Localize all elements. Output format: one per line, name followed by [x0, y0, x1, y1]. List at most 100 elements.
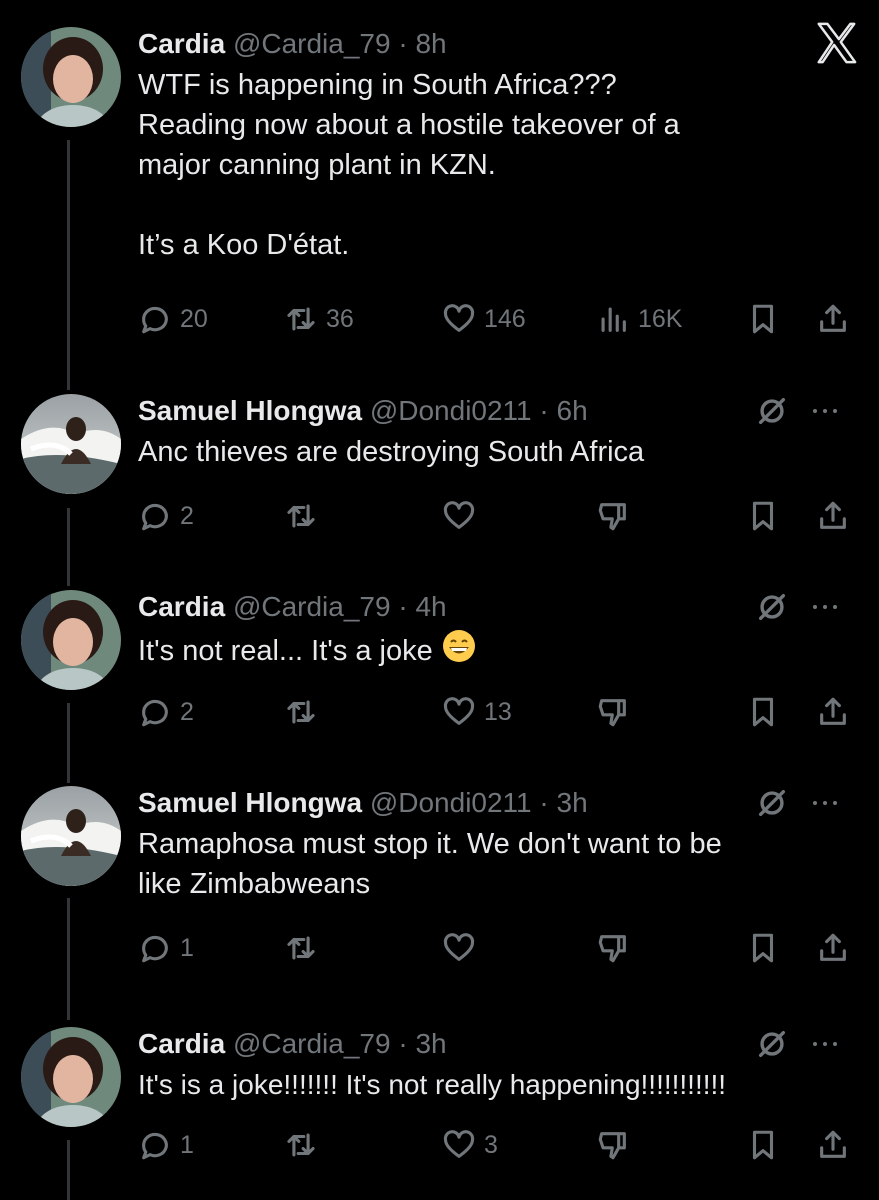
reply-count: 1 — [180, 1130, 194, 1159]
repost-button[interactable] — [284, 928, 318, 968]
share-button[interactable] — [816, 1125, 850, 1165]
author-handle[interactable]: @Dondi0211 — [370, 395, 532, 426]
bookmark-icon — [752, 304, 774, 334]
downvote-button[interactable] — [596, 692, 630, 732]
repost-button[interactable] — [284, 1125, 318, 1165]
reply-icon — [142, 503, 168, 531]
view-count: 16K — [638, 304, 683, 333]
author-name[interactable]: Cardia — [138, 1028, 225, 1059]
tweet-text: Ramaphosa must stop it. We don't want to… — [138, 828, 722, 900]
tweet[interactable]: Cardia @Cardia_79 · 8h WTF is happening … — [0, 27, 879, 367]
downvote-button[interactable] — [596, 928, 630, 968]
grok-icon[interactable] — [755, 786, 789, 820]
like-button[interactable]: 146 — [442, 299, 526, 339]
tweet-header: Cardia @Cardia_79 · 3h — [138, 1028, 447, 1059]
tweet[interactable]: Cardia @Cardia_79 · 3h It's is a joke!!!… — [0, 1027, 879, 1187]
heart-icon — [443, 304, 475, 332]
like-button[interactable] — [442, 496, 476, 536]
share-button[interactable] — [816, 496, 850, 536]
author-name[interactable]: Cardia — [138, 28, 225, 59]
more-options-icon[interactable] — [811, 602, 839, 612]
repost-icon — [287, 1133, 315, 1157]
timestamp[interactable]: 8h — [415, 28, 446, 59]
author-handle[interactable]: @Dondi0211 — [370, 787, 532, 818]
share-icon — [820, 697, 846, 725]
author-name[interactable]: Cardia — [138, 591, 225, 622]
tweet[interactable]: Cardia @Cardia_79 · 4h It's not real... … — [0, 590, 879, 740]
reply-count: 20 — [180, 304, 208, 333]
reply-button[interactable]: 2 — [138, 692, 194, 732]
author-name[interactable]: Samuel Hlongwa — [138, 395, 362, 426]
downvote-button[interactable] — [596, 496, 630, 536]
repost-icon — [287, 700, 315, 724]
reply-button[interactable]: 2 — [138, 496, 194, 536]
grok-icon[interactable] — [755, 394, 789, 428]
reply-count: 2 — [180, 501, 194, 530]
repost-icon — [287, 504, 315, 528]
reply-button[interactable]: 1 — [138, 928, 194, 968]
author-handle[interactable]: @Cardia_79 — [233, 1028, 391, 1059]
bookmark-icon — [752, 501, 774, 531]
downvote-button[interactable] — [596, 1125, 630, 1165]
timestamp[interactable]: 3h — [415, 1028, 446, 1059]
repost-icon — [287, 307, 315, 331]
avatar[interactable] — [21, 1027, 121, 1127]
tweet-header: Samuel Hlongwa @Dondi0211 · 6h — [138, 395, 588, 426]
share-icon — [820, 933, 846, 961]
like-button[interactable]: 13 — [442, 692, 512, 732]
heart-icon — [443, 697, 475, 725]
share-icon — [820, 1130, 846, 1158]
author-name[interactable]: Samuel Hlongwa — [138, 787, 362, 818]
bookmark-button[interactable] — [746, 692, 780, 732]
share-button[interactable] — [816, 692, 850, 732]
heart-icon — [443, 1130, 475, 1158]
tweet-text: It's is a joke!!!!!!! It's not really ha… — [138, 1069, 727, 1100]
author-handle[interactable]: @Cardia_79 — [233, 28, 391, 59]
more-options-icon[interactable] — [811, 406, 839, 416]
reply-count: 2 — [180, 697, 194, 726]
reply-button[interactable]: 1 — [138, 1125, 194, 1165]
like-button[interactable]: 3 — [442, 1125, 498, 1165]
thumbs-down-icon — [598, 1132, 626, 1160]
timestamp[interactable]: 6h — [557, 395, 588, 426]
like-count: 3 — [484, 1130, 498, 1159]
reply-icon — [142, 306, 168, 334]
tweet[interactable]: Samuel Hlongwa @Dondi0211 · 3h Ramaphosa… — [0, 786, 879, 986]
reply-icon — [142, 699, 168, 727]
share-icon — [820, 304, 846, 332]
timestamp[interactable]: 3h — [557, 787, 588, 818]
share-button[interactable] — [816, 928, 850, 968]
views-icon — [601, 307, 626, 332]
avatar[interactable] — [21, 394, 121, 494]
tweet-header: Cardia @Cardia_79 · 8h — [138, 28, 447, 59]
bookmark-button[interactable] — [746, 299, 780, 339]
repost-button[interactable] — [284, 692, 318, 732]
views-button[interactable]: 16K — [596, 299, 682, 339]
bookmark-button[interactable] — [746, 928, 780, 968]
tweet-header: Cardia @Cardia_79 · 4h — [138, 591, 447, 622]
bookmark-button[interactable] — [746, 496, 780, 536]
like-button[interactable] — [442, 928, 476, 968]
author-handle[interactable]: @Cardia_79 — [233, 591, 391, 622]
bookmark-icon — [752, 1130, 774, 1160]
avatar[interactable] — [21, 590, 121, 690]
repost-count: 36 — [326, 304, 354, 333]
reply-button[interactable]: 20 — [138, 299, 208, 339]
more-options-icon[interactable] — [811, 1039, 839, 1049]
repost-button[interactable]: 36 — [284, 299, 354, 339]
thumbs-down-icon — [598, 699, 626, 727]
more-options-icon[interactable] — [811, 798, 839, 808]
heart-icon — [443, 933, 475, 961]
grok-icon[interactable] — [755, 590, 789, 624]
tweet[interactable]: Samuel Hlongwa @Dondi0211 · 6h Anc thiev… — [0, 394, 879, 544]
tweet-header: Samuel Hlongwa @Dondi0211 · 3h — [138, 787, 588, 818]
grok-icon[interactable] — [755, 1027, 789, 1061]
reply-icon — [142, 935, 168, 963]
repost-button[interactable] — [284, 496, 318, 536]
bookmark-button[interactable] — [746, 1125, 780, 1165]
timestamp[interactable]: 4h — [415, 591, 446, 622]
thumbs-down-icon — [598, 935, 626, 963]
avatar[interactable] — [21, 786, 121, 886]
share-button[interactable] — [816, 299, 850, 339]
avatar[interactable] — [21, 27, 121, 127]
